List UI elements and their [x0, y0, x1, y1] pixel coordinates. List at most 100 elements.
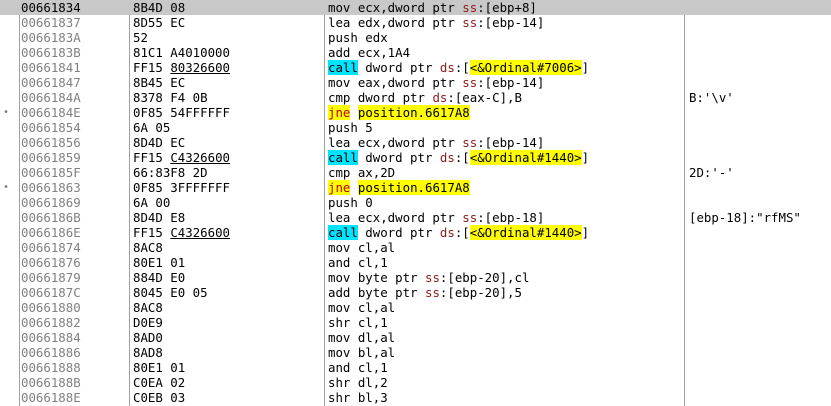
disasm-row[interactable]: 00661888 80E1 01 and cl,1: [0, 360, 831, 375]
row-address: 0066185F: [21, 165, 81, 180]
row-gutter[interactable]: •: [0, 180, 19, 195]
row-instruction[interactable]: cmp dword ptr ds:[eax-C],B: [328, 90, 522, 105]
row-gutter[interactable]: [0, 45, 19, 60]
row-gutter[interactable]: [0, 390, 19, 405]
row-gutter[interactable]: [0, 375, 19, 390]
row-gutter[interactable]: [0, 255, 19, 270]
row-instruction[interactable]: mov dl,al: [328, 330, 395, 345]
row-instruction[interactable]: mov eax,dword ptr ss:[ebp-14]: [328, 75, 544, 90]
row-instruction[interactable]: and cl,1: [328, 360, 388, 375]
row-address: 00661856: [21, 135, 81, 150]
disasm-row[interactable]: 0066186E FF15 C4326600 call dword ptr ds:[…: [0, 225, 831, 240]
disasm-row[interactable]: 00661859 FF15 C4326600 call dword ptr ds:[…: [0, 150, 831, 165]
disasm-row[interactable]: 0066183B 81C1 A4010000 add ecx,1A4: [0, 45, 831, 60]
row-gutter[interactable]: [0, 30, 19, 45]
row-comment: [ebp-18]:"rfMS": [689, 210, 801, 225]
row-instruction[interactable]: jne position.6617A8: [328, 105, 470, 120]
row-instruction[interactable]: shr dl,2: [328, 375, 388, 390]
row-instruction[interactable]: mov byte ptr ss:[ebp-20],cl: [328, 270, 529, 285]
row-instruction[interactable]: and cl,1: [328, 255, 388, 270]
row-instruction[interactable]: add ecx,1A4: [328, 45, 410, 60]
row-instruction[interactable]: lea ecx,dword ptr ss:[ebp-18]: [328, 210, 544, 225]
disasm-row[interactable]: 00661886 8AD8 mov bl,al: [0, 345, 831, 360]
disasm-row[interactable]: • 00661863 0F85 3FFFFFFF jne position.6617A…: [0, 180, 831, 195]
disasm-row[interactable]: 00661856 8D4D EC lea ecx,dword ptr ss:[ebp…: [0, 135, 831, 150]
row-instruction[interactable]: lea edx,dword ptr ss:[ebp-14]: [328, 15, 544, 30]
disasm-row[interactable]: 00661884 8AD0 mov dl,al: [0, 330, 831, 345]
row-gutter[interactable]: [0, 60, 19, 75]
row-gutter[interactable]: [0, 240, 19, 255]
row-gutter[interactable]: [0, 300, 19, 315]
row-instruction[interactable]: mov ecx,dword ptr ss:[ebp+8]: [328, 0, 537, 15]
row-instruction[interactable]: shr bl,3: [328, 390, 388, 405]
row-gutter[interactable]: •: [0, 105, 19, 120]
row-instruction[interactable]: mov cl,al: [328, 240, 395, 255]
disassembly-view[interactable]: 00661834 8B4D 08 mov ecx,dword ptr ss:[ebp…: [0, 0, 831, 406]
row-bytes: 8378 F4 0B: [133, 90, 208, 105]
disasm-row[interactable]: 00661834 8B4D 08 mov ecx,dword ptr ss:[ebp…: [0, 0, 831, 15]
disasm-row[interactable]: 00661879 884D E0 mov byte ptr ss:[ebp-20],…: [0, 270, 831, 285]
disasm-row[interactable]: 00661882 D0E9 shr cl,1: [0, 315, 831, 330]
row-gutter[interactable]: [0, 15, 19, 30]
row-gutter[interactable]: [0, 210, 19, 225]
disasm-row[interactable]: 00661874 8AC8 mov cl,al: [0, 240, 831, 255]
row-gutter[interactable]: [0, 285, 19, 300]
disasm-row[interactable]: 00661880 8AC8 mov cl,al: [0, 300, 831, 315]
row-bytes: 8D4D E8: [133, 210, 186, 225]
row-gutter[interactable]: [0, 360, 19, 375]
row-bytes: FF15 80326600: [133, 60, 230, 75]
row-instruction[interactable]: mov bl,al: [328, 345, 395, 360]
row-address: 00661863: [21, 180, 81, 195]
row-instruction[interactable]: mov cl,al: [328, 300, 395, 315]
row-gutter[interactable]: [0, 345, 19, 360]
row-gutter[interactable]: [0, 0, 19, 15]
disasm-row[interactable]: 0066184A 8378 F4 0B cmp dword ptr ds:[eax-…: [0, 90, 831, 105]
row-gutter[interactable]: [0, 165, 19, 180]
row-instruction[interactable]: jne position.6617A8: [328, 180, 470, 195]
row-gutter[interactable]: [0, 120, 19, 135]
row-instruction[interactable]: lea ecx,dword ptr ss:[ebp-14]: [328, 135, 544, 150]
row-instruction[interactable]: call dword ptr ds:[<&Ordinal#1440>]: [328, 150, 589, 165]
disasm-row[interactable]: 0066187C 8045 E0 05 add byte ptr ss:[ebp-2…: [0, 285, 831, 300]
disasm-row[interactable]: 00661841 FF15 80326600 call dword ptr ds:[…: [0, 60, 831, 75]
row-instruction[interactable]: push 0: [328, 195, 373, 210]
disasm-row[interactable]: 0066183A 52 push edx: [0, 30, 831, 45]
row-gutter[interactable]: [0, 225, 19, 240]
row-bytes: FF15 C4326600: [133, 150, 230, 165]
row-bytes: 0F85 3FFFFFFF: [133, 180, 230, 195]
disasm-row[interactable]: 00661837 8D55 EC lea edx,dword ptr ss:[ebp…: [0, 15, 831, 30]
row-instruction[interactable]: push 5: [328, 120, 373, 135]
disasm-row[interactable]: 00661869 6A 00 push 0: [0, 195, 831, 210]
disasm-row[interactable]: 00661847 8B45 EC mov eax,dword ptr ss:[ebp…: [0, 75, 831, 90]
disasm-row[interactable]: 0066185F 66:83F8 2D cmp ax,2D 2D:'-': [0, 165, 831, 180]
row-gutter[interactable]: [0, 315, 19, 330]
row-bytes: 8D4D EC: [133, 135, 186, 150]
row-gutter[interactable]: [0, 75, 19, 90]
disasm-row[interactable]: 0066188B C0EA 02 shr dl,2: [0, 375, 831, 390]
row-instruction[interactable]: cmp ax,2D: [328, 165, 395, 180]
row-gutter[interactable]: [0, 150, 19, 165]
disasm-row[interactable]: 0066186B 8D4D E8 lea ecx,dword ptr ss:[ebp…: [0, 210, 831, 225]
disasm-row[interactable]: 00661854 6A 05 push 5: [0, 120, 831, 135]
row-gutter[interactable]: [0, 195, 19, 210]
disasm-row[interactable]: • 0066184E 0F85 54FFFFFF jne position.6617A…: [0, 105, 831, 120]
row-bytes: 8B4D 08: [133, 0, 186, 15]
row-instruction[interactable]: push edx: [328, 30, 388, 45]
row-gutter[interactable]: [0, 330, 19, 345]
row-gutter[interactable]: [0, 90, 19, 105]
disasm-row[interactable]: 00661876 80E1 01 and cl,1: [0, 255, 831, 270]
row-address: 0066184A: [21, 90, 81, 105]
row-gutter[interactable]: [0, 270, 19, 285]
row-instruction[interactable]: add byte ptr ss:[ebp-20],5: [328, 285, 522, 300]
row-instruction[interactable]: shr cl,1: [328, 315, 388, 330]
row-address: 0066184E: [21, 105, 81, 120]
row-instruction[interactable]: call dword ptr ds:[<&Ordinal#1440>]: [328, 225, 589, 240]
disasm-row[interactable]: 0066188E C0EB 03 shr bl,3: [0, 390, 831, 405]
row-address: 00661869: [21, 195, 81, 210]
row-bytes: 66:83F8 2D: [133, 165, 208, 180]
row-gutter[interactable]: [0, 135, 19, 150]
row-instruction[interactable]: call dword ptr ds:[<&Ordinal#7006>]: [328, 60, 589, 75]
row-address: 00661876: [21, 255, 81, 270]
row-address: 00661884: [21, 330, 81, 345]
row-address: 0066183B: [21, 45, 81, 60]
